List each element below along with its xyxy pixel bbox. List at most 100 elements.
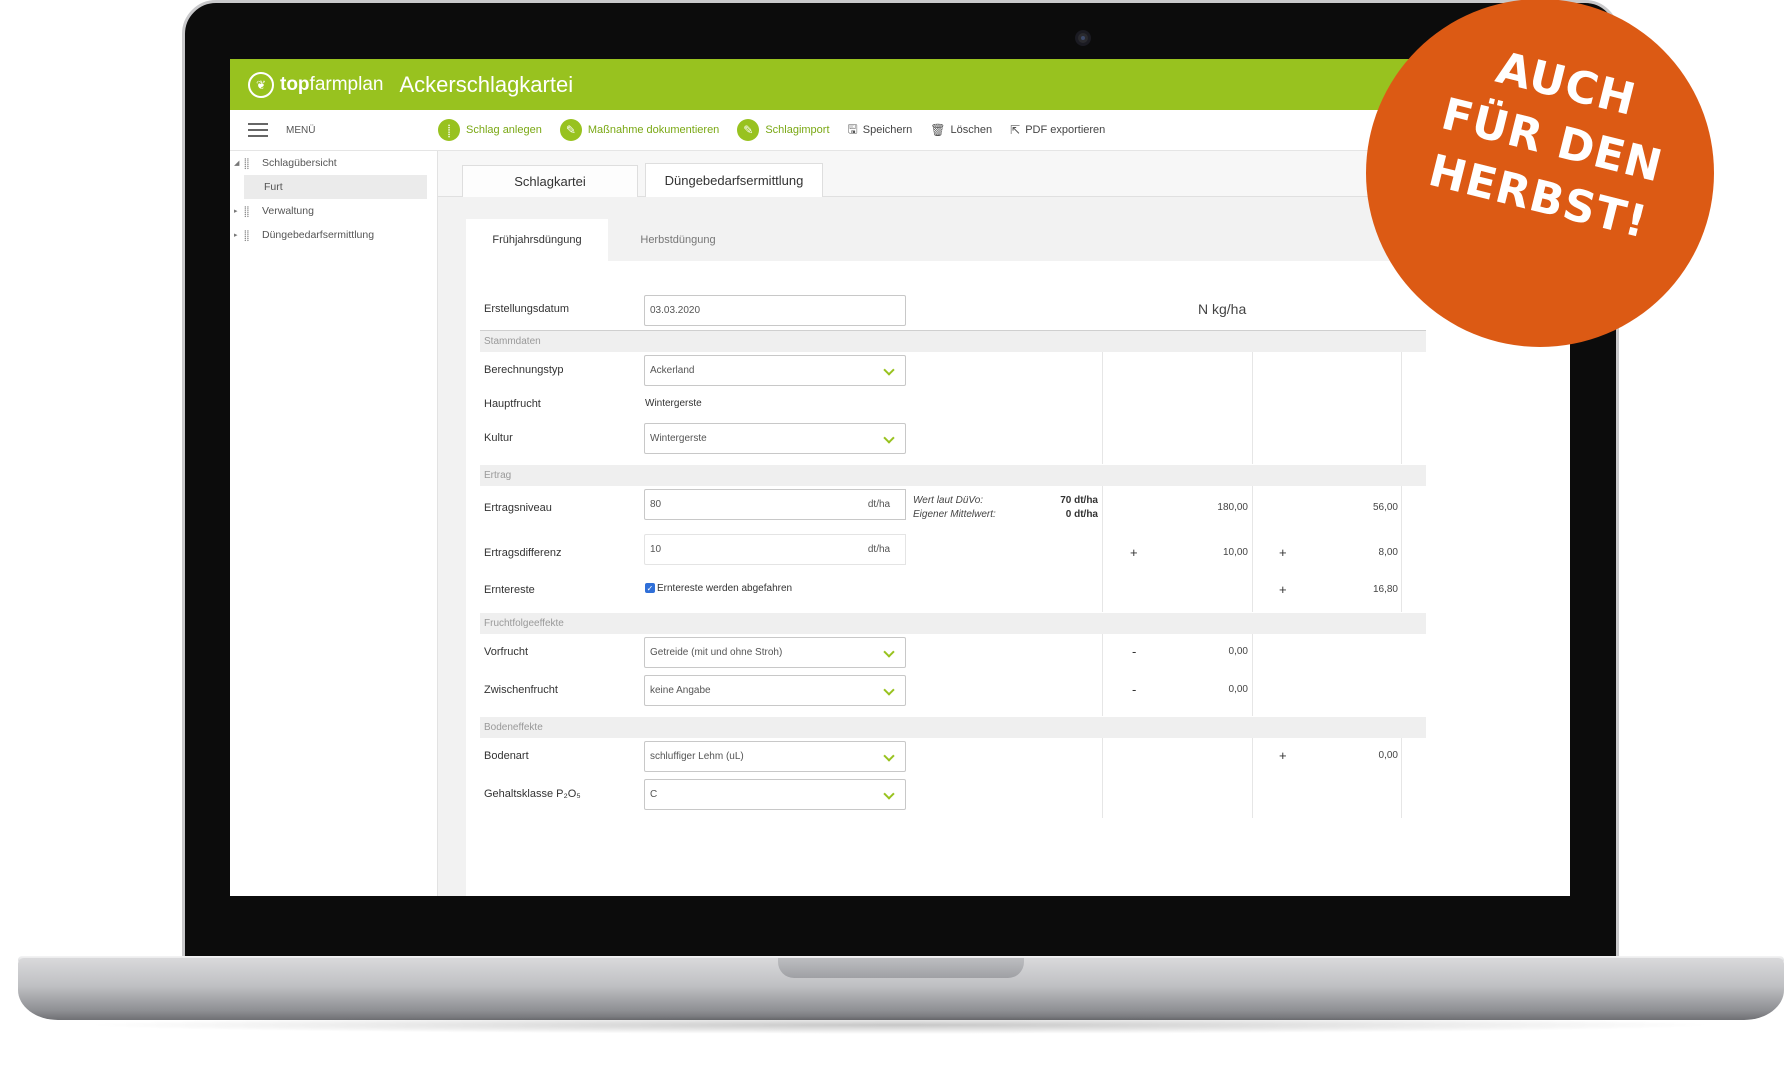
tab-duengebedarfsermittlung[interactable]: Düngebedarfsermittlung	[645, 163, 823, 197]
tab-schlagkartei[interactable]: Schlagkartei	[462, 165, 638, 197]
column-divider	[1252, 738, 1253, 818]
bodenart-col2: 0,00	[1378, 750, 1398, 761]
sidebar-item-furt[interactable]: Furt	[244, 175, 427, 199]
vorfrucht-label: Vorfrucht	[484, 646, 529, 658]
bodenart-select[interactable]: schluffiger Lehm (uL)	[644, 741, 906, 772]
tab-label: Düngebedarfsermittlung	[664, 173, 804, 188]
erntereste-checkbox[interactable]: ✓	[645, 583, 655, 593]
section-stammdaten: Stammdaten	[480, 331, 1426, 352]
loeschen-label: Löschen	[950, 124, 993, 136]
loeschen-button[interactable]: 🗑 Löschen	[930, 123, 992, 137]
speichern-button[interactable]: 🖫 Speichern	[848, 120, 913, 141]
sidebar-item-label: Verwaltung	[262, 205, 314, 217]
zwischenfrucht-col1: 0,00	[1228, 684, 1248, 695]
hamburger-icon	[248, 123, 268, 137]
ertragsniveau-input[interactable]: 80	[644, 489, 854, 520]
caret-right-icon: ▸	[234, 208, 238, 215]
app-title: Ackerschlagkartei	[399, 71, 574, 97]
column-divider	[1401, 352, 1402, 464]
ertragsniveau-label: Ertragsniveau	[484, 502, 552, 514]
sidebar-item-duengebedarfsermittlung[interactable]: ▸ ⸽⸽ Düngebedarfsermittlung	[230, 223, 437, 247]
erntereste-label: Erntereste	[484, 584, 535, 596]
hauptfrucht-value: Wintergerste	[645, 398, 702, 409]
schlagimport-button[interactable]: ✎ Schlagimport	[737, 119, 830, 141]
wert-duevo-label: Wert laut DüVo:	[913, 495, 984, 506]
speichern-label: Speichern	[862, 124, 913, 136]
section-fruchtfolgeeffekte: Fruchtfolgeeffekte	[480, 613, 1426, 634]
vorfrucht-op1: -	[1132, 644, 1137, 659]
ertragsdifferenz-unit: dt/ha	[853, 534, 906, 565]
schlagimport-label: Schlagimport	[765, 124, 830, 136]
wheat-icon: ⸽⸽	[244, 207, 250, 218]
bodenart-label: Bodenart	[484, 750, 529, 762]
column-divider	[1102, 486, 1103, 612]
mittelwert-value: 0 dt/ha	[1065, 509, 1098, 520]
schlag-anlegen-label: Schlag anlegen	[466, 124, 542, 136]
laptop-notch	[778, 958, 1024, 978]
save-icon: 🖫	[847, 121, 858, 136]
zwischenfrucht-label: Zwischenfrucht	[484, 684, 558, 696]
app-header: ❦ top farmplan Ackerschlagkartei	[230, 59, 1570, 110]
menu-label: MENÜ	[286, 124, 316, 136]
unit-header: N kg/ha	[1198, 301, 1247, 317]
ertragsdifferenz-label: Ertragsdifferenz	[484, 547, 562, 559]
gehaltsklasse-label: Gehaltsklasse P₂O₅	[484, 788, 581, 800]
tab-label: Schlagkartei	[514, 174, 586, 189]
berechnungstyp-label: Berechnungstyp	[484, 364, 564, 376]
massnahme-dokumentieren-button[interactable]: ✎ Maßnahme dokumentieren	[559, 119, 720, 141]
brand-rest: farmplan	[309, 73, 384, 95]
zwischenfrucht-select[interactable]: keine Angabe	[644, 675, 906, 706]
berechnungstyp-select[interactable]: Ackerland	[644, 355, 906, 386]
bodenart-op2: +	[1279, 748, 1287, 763]
sidebar-item-label: Schlagübersicht	[262, 157, 337, 169]
sidebar: ◢ ⸽⸽ Schlagübersicht Furt ▸ ⸽⸽ Verwaltun…	[230, 151, 438, 896]
caret-down-icon: ◢	[234, 160, 240, 167]
erntereste-checkbox-label: Erntereste werden abgefahren	[657, 583, 793, 594]
ertragsdifferenz-op1: +	[1130, 545, 1138, 560]
pencil-icon: ✎	[559, 119, 582, 141]
gehaltsklasse-select[interactable]: C	[644, 779, 906, 810]
laptop-shadow	[80, 1016, 1720, 1034]
trash-icon: 🗑	[930, 123, 946, 137]
zwischenfrucht-op1: -	[1132, 682, 1137, 697]
schlag-anlegen-button[interactable]: ⸽ Schlag anlegen	[438, 119, 542, 141]
ertragsdifferenz-input[interactable]: 10	[644, 534, 854, 565]
brand-logo[interactable]: ❦ top farmplan	[248, 71, 384, 98]
section-ertrag: Ertrag	[480, 465, 1426, 486]
ertragsniveau-unit: dt/ha	[853, 489, 906, 520]
form-panel: Frühjahrsdüngung Herbstdüngung Erstellun…	[466, 219, 1570, 896]
export-icon: ⇱	[1010, 123, 1021, 137]
column-divider	[1401, 738, 1402, 818]
menu-button[interactable]: MENÜ	[230, 110, 438, 150]
sidebar-item-verwaltung[interactable]: ▸ ⸽⸽ Verwaltung	[230, 199, 437, 223]
column-divider	[1252, 634, 1253, 716]
tab-herbstduengung[interactable]: Herbstdüngung	[608, 219, 748, 261]
sidebar-item-schlaguebersicht[interactable]: ◢ ⸽⸽ Schlagübersicht	[230, 151, 437, 175]
erstellungsdatum-field[interactable]: 03.03.2020	[644, 295, 906, 326]
pdf-exportieren-button[interactable]: ⇱ PDF exportieren	[1010, 123, 1105, 137]
mittelwert-label: Eigener Mittelwert:	[913, 509, 996, 520]
wheat-icon: ⸽	[438, 119, 460, 141]
ertragsdifferenz-col2: 8,00	[1378, 547, 1398, 558]
tab-label: Herbstdüngung	[640, 234, 716, 246]
wheat-icon: ⸽⸽	[244, 159, 250, 170]
brand-top: top	[280, 73, 310, 95]
kultur-select[interactable]: Wintergerste	[644, 423, 906, 454]
ertragsdifferenz-op2: +	[1279, 545, 1287, 560]
tab-fruehjahrsduengung[interactable]: Frühjahrsdüngung	[466, 219, 608, 261]
wheat-icon: ⸽⸽	[244, 231, 250, 242]
kultur-label: Kultur	[484, 432, 513, 444]
section-bodeneffekte: Bodeneffekte	[480, 717, 1426, 738]
wert-duevo-value: 70 dt/ha	[1060, 495, 1098, 506]
vorfrucht-select[interactable]: Getreide (mit und ohne Stroh)	[644, 637, 906, 668]
pencil-icon: ✎	[737, 119, 760, 141]
camera-icon	[1075, 30, 1091, 46]
column-divider	[1252, 486, 1253, 612]
massnahme-label: Maßnahme dokumentieren	[587, 124, 720, 136]
vorfrucht-col1: 0,00	[1228, 646, 1248, 657]
erntereste-op2: +	[1279, 582, 1287, 597]
erstellungsdatum-label: Erstellungsdatum	[484, 303, 569, 315]
column-divider	[1401, 486, 1402, 612]
ertragsdifferenz-col1: 10,00	[1222, 547, 1248, 558]
column-divider	[1102, 738, 1103, 818]
